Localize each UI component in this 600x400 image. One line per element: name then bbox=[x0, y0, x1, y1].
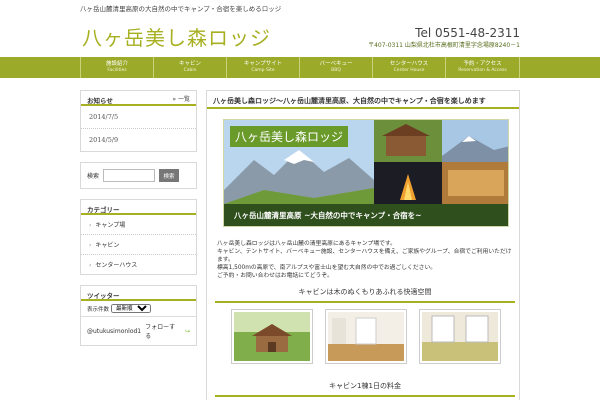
news-item[interactable]: 2014/5/9 bbox=[81, 129, 196, 151]
category-widget: カテゴリー キャンプ場 キャビン センターハウス bbox=[80, 199, 197, 275]
banner-tagline: 八ヶ岳山麓清里高原 ~大自然の中でキャンプ・合宿を~ bbox=[234, 211, 422, 220]
news-more-link[interactable]: » 一覧 bbox=[172, 94, 190, 103]
phone-number: Tel 0551-48-2311 bbox=[415, 26, 520, 40]
header-tagline: 八ヶ岳山麓清里高原の大自然の中でキャンプ・合宿を楽しめるロッジ bbox=[80, 5, 282, 13]
banner-title: 八ヶ岳美し森ロッジ bbox=[230, 126, 349, 147]
news-widget: お知らせ » 一覧 2014/7/5 2014/5/9 bbox=[80, 90, 197, 152]
section-heading: キャビン1棟1日の料金 bbox=[215, 381, 515, 397]
main-content: 八ヶ岳美し森ロッジ～八ヶ岳山麓清里高原、大自然の中でキャンプ・合宿を楽しめます … bbox=[206, 90, 520, 400]
nav-camp-site[interactable]: キャンプサイト Camp Site bbox=[226, 57, 299, 78]
nav-bbq[interactable]: バーベキュー BBQ bbox=[299, 57, 372, 78]
nav-center-house[interactable]: センターハウス Center House bbox=[372, 57, 445, 78]
main-nav: 施設紹介 Facilities キャビン Cabin キャンプサイト Camp Sit… bbox=[0, 57, 600, 78]
nav-facilities[interactable]: 施設紹介 Facilities bbox=[80, 57, 153, 78]
twitter-widget: ツイッター 表示件数 最新順 @utukusimonlod1 フォローする ↪ bbox=[80, 285, 197, 346]
site-logo[interactable]: 八ヶ岳美し森ロッジ bbox=[82, 22, 271, 51]
twitter-follow-link[interactable]: フォローする bbox=[145, 322, 181, 340]
twitter-handle[interactable]: @utukusimonlod1 bbox=[87, 328, 141, 335]
address: 〒407-0311 山梨県北杜市高根町清里字念場原8240－1 bbox=[368, 42, 520, 49]
twitter-widget-title: ツイッター bbox=[81, 286, 196, 301]
category-item[interactable]: キャンプ場 bbox=[81, 215, 196, 235]
nav-cabin[interactable]: キャビン Cabin bbox=[153, 57, 226, 78]
cabin-exterior-photo[interactable] bbox=[231, 309, 313, 364]
category-item[interactable]: キャビン bbox=[81, 235, 196, 255]
category-widget-title: カテゴリー bbox=[81, 200, 196, 215]
cabin-interior-photo[interactable] bbox=[325, 309, 407, 364]
search-input[interactable] bbox=[103, 169, 156, 182]
search-label: 検索 bbox=[87, 173, 100, 180]
cabin-tatami-photo[interactable] bbox=[419, 309, 501, 364]
intro-text: 八ヶ岳美し森ロッジは八ヶ岳山麓の清里高原にあるキャンプ場です。 キャビン、テント… bbox=[217, 241, 512, 279]
nav-reservation[interactable]: 予約・アクセス Reservation & Access bbox=[445, 57, 520, 78]
category-item[interactable]: センターハウス bbox=[81, 255, 196, 274]
sidebar: お知らせ » 一覧 2014/7/5 2014/5/9 検索 検索 カテゴリー … bbox=[80, 90, 197, 356]
photo-gallery bbox=[231, 309, 501, 364]
page-title: 八ヶ岳美し森ロッジ～八ヶ岳山麓清里高原、大自然の中でキャンプ・合宿を楽しめます bbox=[207, 91, 519, 109]
twitter-select-label: 表示件数 bbox=[87, 306, 110, 313]
section-heading: キャビンは木のぬくもりあふれる快適空間 bbox=[215, 287, 515, 303]
search-widget: 検索 検索 bbox=[80, 162, 197, 189]
news-item[interactable]: 2014/7/5 bbox=[81, 106, 196, 129]
twitter-select[interactable]: 最新順 bbox=[111, 304, 152, 313]
follow-icon: ↪ bbox=[184, 327, 190, 335]
news-widget-title: お知らせ » 一覧 bbox=[81, 91, 196, 106]
search-button[interactable]: 検索 bbox=[159, 169, 180, 182]
hero-banner: 八ヶ岳美し森ロッジ 八ヶ岳山麓清里高原 ~大自然の中でキャンプ・合宿を~ bbox=[223, 119, 509, 227]
